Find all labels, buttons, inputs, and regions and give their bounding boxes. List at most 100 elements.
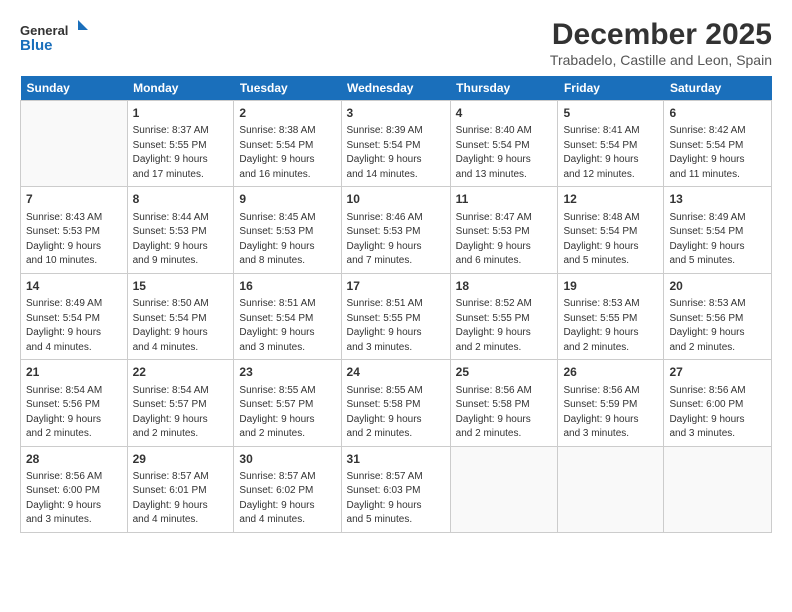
day-info: Sunrise: 8:48 AM Sunset: 5:54 PM Dayligh… (563, 211, 658, 269)
day-cell: 7Sunrise: 8:43 AM Sunset: 5:53 PM Daylig… (21, 187, 128, 273)
day-number: 8 (133, 191, 229, 208)
page: General Blue December 2025 Trabadelo, Ca… (0, 0, 792, 543)
day-number: 25 (456, 364, 553, 381)
day-info: Sunrise: 8:44 AM Sunset: 5:53 PM Dayligh… (133, 211, 229, 269)
day-number: 16 (239, 278, 335, 295)
day-cell (21, 101, 128, 187)
header: General Blue December 2025 Trabadelo, Ca… (20, 18, 772, 68)
svg-text:Blue: Blue (20, 37, 53, 54)
day-number: 18 (456, 278, 553, 295)
day-number: 14 (26, 278, 122, 295)
day-number: 6 (669, 105, 766, 122)
day-cell: 20 Sunrise: 8:53 AM Sunset: 5:56 PM Dayli… (664, 273, 772, 359)
day-cell: 30Sunrise: 8:57 AM Sunset: 6:02 PM Dayli… (234, 446, 341, 532)
day-info: Sunrise: 8:53 AM Sunset: 5:56 PM Dayligh… (669, 297, 766, 355)
day-info: Sunrise: 8:52 AM Sunset: 5:55 PM Dayligh… (456, 297, 553, 355)
day-cell: 26 Sunrise: 8:56 AM Sunset: 5:59 PM Dayli… (558, 360, 664, 446)
day-info: Sunrise: 8:53 AM Sunset: 5:55 PM Dayligh… (563, 297, 658, 355)
week-row-3: 14 Sunrise: 8:49 AM Sunset: 5:54 PM Dayli… (21, 273, 772, 359)
day-info: Sunrise: 8:55 AM Sunset: 5:58 PM Dayligh… (347, 384, 445, 442)
day-cell: 29 Sunrise: 8:57 AM Sunset: 6:01 PM Dayli… (127, 446, 234, 532)
day-cell: 2Sunrise: 8:38 AM Sunset: 5:54 PM Daylig… (234, 101, 341, 187)
week-row-1: 1 Sunrise: 8:37 AM Sunset: 5:55 PM Daylig… (21, 101, 772, 187)
day-cell: 28 Sunrise: 8:56 AM Sunset: 6:00 PM Dayli… (21, 446, 128, 532)
day-cell: 3 Sunrise: 8:39 AM Sunset: 5:54 PM Daylig… (341, 101, 450, 187)
day-info: Sunrise: 8:45 AM Sunset: 5:53 PM Dayligh… (239, 211, 335, 269)
day-info: Sunrise: 8:54 AM Sunset: 5:57 PM Dayligh… (133, 384, 229, 442)
day-number: 9 (239, 191, 335, 208)
day-number: 24 (347, 364, 445, 381)
day-cell: 22 Sunrise: 8:54 AM Sunset: 5:57 PM Dayli… (127, 360, 234, 446)
day-info: Sunrise: 8:37 AM Sunset: 5:55 PM Dayligh… (133, 124, 229, 182)
header-cell-thursday: Thursday (450, 76, 558, 101)
day-number: 23 (239, 364, 335, 381)
day-cell: 18 Sunrise: 8:52 AM Sunset: 5:55 PM Dayli… (450, 273, 558, 359)
day-number: 29 (133, 451, 229, 468)
day-cell (558, 446, 664, 532)
day-number: 1 (133, 105, 229, 122)
day-info: Sunrise: 8:56 AM Sunset: 5:58 PM Dayligh… (456, 384, 553, 442)
day-cell: 25 Sunrise: 8:56 AM Sunset: 5:58 PM Dayli… (450, 360, 558, 446)
day-cell: 17 Sunrise: 8:51 AM Sunset: 5:55 PM Dayli… (341, 273, 450, 359)
day-cell (450, 446, 558, 532)
header-cell-saturday: Saturday (664, 76, 772, 101)
day-info: Sunrise: 8:47 AM Sunset: 5:53 PM Dayligh… (456, 211, 553, 269)
day-cell: 12 Sunrise: 8:48 AM Sunset: 5:54 PM Dayli… (558, 187, 664, 273)
day-cell: 4Sunrise: 8:40 AM Sunset: 5:54 PM Daylig… (450, 101, 558, 187)
day-number: 28 (26, 451, 122, 468)
location-title: Trabadelo, Castille and Leon, Spain (550, 52, 772, 68)
header-cell-tuesday: Tuesday (234, 76, 341, 101)
day-info: Sunrise: 8:51 AM Sunset: 5:55 PM Dayligh… (347, 297, 445, 355)
header-cell-sunday: Sunday (21, 76, 128, 101)
day-info: Sunrise: 8:56 AM Sunset: 5:59 PM Dayligh… (563, 384, 658, 442)
day-number: 30 (239, 451, 335, 468)
day-info: Sunrise: 8:38 AM Sunset: 5:54 PM Dayligh… (239, 124, 335, 182)
day-number: 13 (669, 191, 766, 208)
day-info: Sunrise: 8:57 AM Sunset: 6:01 PM Dayligh… (133, 470, 229, 528)
day-cell: 19 Sunrise: 8:53 AM Sunset: 5:55 PM Dayli… (558, 273, 664, 359)
day-number: 3 (347, 105, 445, 122)
day-info: Sunrise: 8:56 AM Sunset: 6:00 PM Dayligh… (26, 470, 122, 528)
day-number: 22 (133, 364, 229, 381)
day-number: 19 (563, 278, 658, 295)
title-block: December 2025 Trabadelo, Castille and Le… (550, 18, 772, 68)
day-info: Sunrise: 8:39 AM Sunset: 5:54 PM Dayligh… (347, 124, 445, 182)
day-info: Sunrise: 8:49 AM Sunset: 5:54 PM Dayligh… (26, 297, 122, 355)
day-cell: 13Sunrise: 8:49 AM Sunset: 5:54 PM Dayli… (664, 187, 772, 273)
day-cell: 16Sunrise: 8:51 AM Sunset: 5:54 PM Dayli… (234, 273, 341, 359)
day-number: 27 (669, 364, 766, 381)
logo: General Blue (20, 18, 90, 58)
week-row-2: 7Sunrise: 8:43 AM Sunset: 5:53 PM Daylig… (21, 187, 772, 273)
day-cell: 11 Sunrise: 8:47 AM Sunset: 5:53 PM Dayli… (450, 187, 558, 273)
month-title: December 2025 (550, 18, 772, 52)
day-number: 21 (26, 364, 122, 381)
svg-text:General: General (20, 23, 68, 38)
day-cell: 14 Sunrise: 8:49 AM Sunset: 5:54 PM Dayli… (21, 273, 128, 359)
header-cell-wednesday: Wednesday (341, 76, 450, 101)
day-number: 11 (456, 191, 553, 208)
day-info: Sunrise: 8:40 AM Sunset: 5:54 PM Dayligh… (456, 124, 553, 182)
day-cell (664, 446, 772, 532)
day-cell: 6 Sunrise: 8:42 AM Sunset: 5:54 PM Daylig… (664, 101, 772, 187)
day-number: 17 (347, 278, 445, 295)
day-number: 10 (347, 191, 445, 208)
day-cell: 31 Sunrise: 8:57 AM Sunset: 6:03 PM Dayli… (341, 446, 450, 532)
day-cell: 5Sunrise: 8:41 AM Sunset: 5:54 PM Daylig… (558, 101, 664, 187)
day-info: Sunrise: 8:55 AM Sunset: 5:57 PM Dayligh… (239, 384, 335, 442)
day-number: 20 (669, 278, 766, 295)
day-info: Sunrise: 8:56 AM Sunset: 6:00 PM Dayligh… (669, 384, 766, 442)
day-cell: 24 Sunrise: 8:55 AM Sunset: 5:58 PM Dayli… (341, 360, 450, 446)
day-cell: 15Sunrise: 8:50 AM Sunset: 5:54 PM Dayli… (127, 273, 234, 359)
day-info: Sunrise: 8:57 AM Sunset: 6:03 PM Dayligh… (347, 470, 445, 528)
day-number: 31 (347, 451, 445, 468)
logo-svg: General Blue (20, 18, 90, 58)
day-cell: 10Sunrise: 8:46 AM Sunset: 5:53 PM Dayli… (341, 187, 450, 273)
day-info: Sunrise: 8:42 AM Sunset: 5:54 PM Dayligh… (669, 124, 766, 182)
header-cell-friday: Friday (558, 76, 664, 101)
day-cell: 27 Sunrise: 8:56 AM Sunset: 6:00 PM Dayli… (664, 360, 772, 446)
day-cell: 8 Sunrise: 8:44 AM Sunset: 5:53 PM Daylig… (127, 187, 234, 273)
day-number: 12 (563, 191, 658, 208)
day-number: 26 (563, 364, 658, 381)
day-info: Sunrise: 8:43 AM Sunset: 5:53 PM Dayligh… (26, 211, 122, 269)
day-cell: 23 Sunrise: 8:55 AM Sunset: 5:57 PM Dayli… (234, 360, 341, 446)
